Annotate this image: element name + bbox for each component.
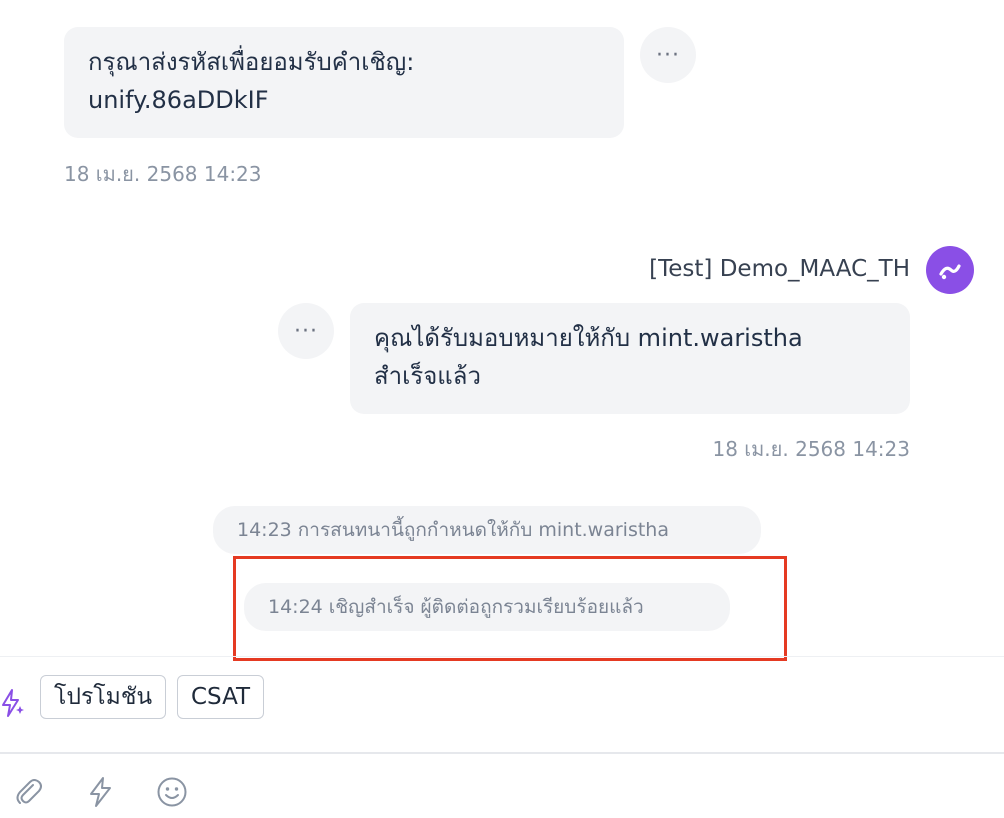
system-event-text: 14:24 เชิญสำเร็จ ผู้ติดต่อถูกรวมเรียบร้อ… bbox=[268, 596, 644, 618]
paperclip-icon[interactable] bbox=[12, 776, 44, 808]
quick-reply-chip-csat[interactable]: CSAT bbox=[177, 675, 265, 719]
brand-logo-icon bbox=[939, 264, 961, 280]
outgoing-message-bubble: คุณได้รับมอบหมายให้กับ mint.waristha สำเ… bbox=[350, 303, 910, 414]
incoming-message-line-2: unify.86aDDkIF bbox=[88, 86, 269, 114]
chip-label: CSAT bbox=[191, 684, 251, 710]
outgoing-message-line-2: สำเร็จแล้ว bbox=[374, 362, 481, 390]
outgoing-message-timestamp: 18 เม.ย. 2568 14:23 bbox=[712, 437, 910, 461]
ai-sparkle-bolt-icon[interactable] bbox=[0, 688, 26, 718]
more-horizontal-icon: ··· bbox=[656, 42, 680, 68]
smiley-icon[interactable] bbox=[156, 776, 188, 808]
system-event-assigned: 14:23 การสนทนานี้ถูกกำหนดให้กับ mint.war… bbox=[213, 506, 761, 554]
system-event-merged: 14:24 เชิญสำเร็จ ผู้ติดต่อถูกรวมเรียบร้อ… bbox=[244, 583, 730, 631]
outgoing-message-more-button[interactable]: ··· bbox=[278, 303, 334, 359]
system-event-text: 14:23 การสนทนานี้ถูกกำหนดให้กับ mint.war… bbox=[237, 519, 669, 541]
more-horizontal-icon: ··· bbox=[294, 318, 318, 344]
quick-reply-top-border bbox=[0, 656, 1004, 657]
incoming-message-line-1: กรุณาส่งรหัสเพื่อยอมรับคำเชิญ: bbox=[88, 48, 415, 76]
chip-label: โปรโมชัน bbox=[54, 684, 153, 710]
incoming-message-timestamp: 18 เม.ย. 2568 14:23 bbox=[64, 162, 262, 186]
composer-divider bbox=[0, 752, 1004, 754]
outgoing-message-line-1: คุณได้รับมอบหมายให้กับ mint.waristha bbox=[374, 324, 803, 352]
quick-reply-chip-promotion[interactable]: โปรโมชัน bbox=[40, 675, 167, 719]
incoming-message-bubble: กรุณาส่งรหัสเพื่อยอมรับคำเชิญ: unify.86a… bbox=[64, 27, 624, 138]
incoming-message-more-button[interactable]: ··· bbox=[640, 27, 696, 83]
outgoing-sender-name: [Test] Demo_MAAC_TH bbox=[649, 256, 910, 282]
lightning-icon[interactable] bbox=[85, 776, 117, 808]
sender-avatar bbox=[926, 246, 974, 294]
